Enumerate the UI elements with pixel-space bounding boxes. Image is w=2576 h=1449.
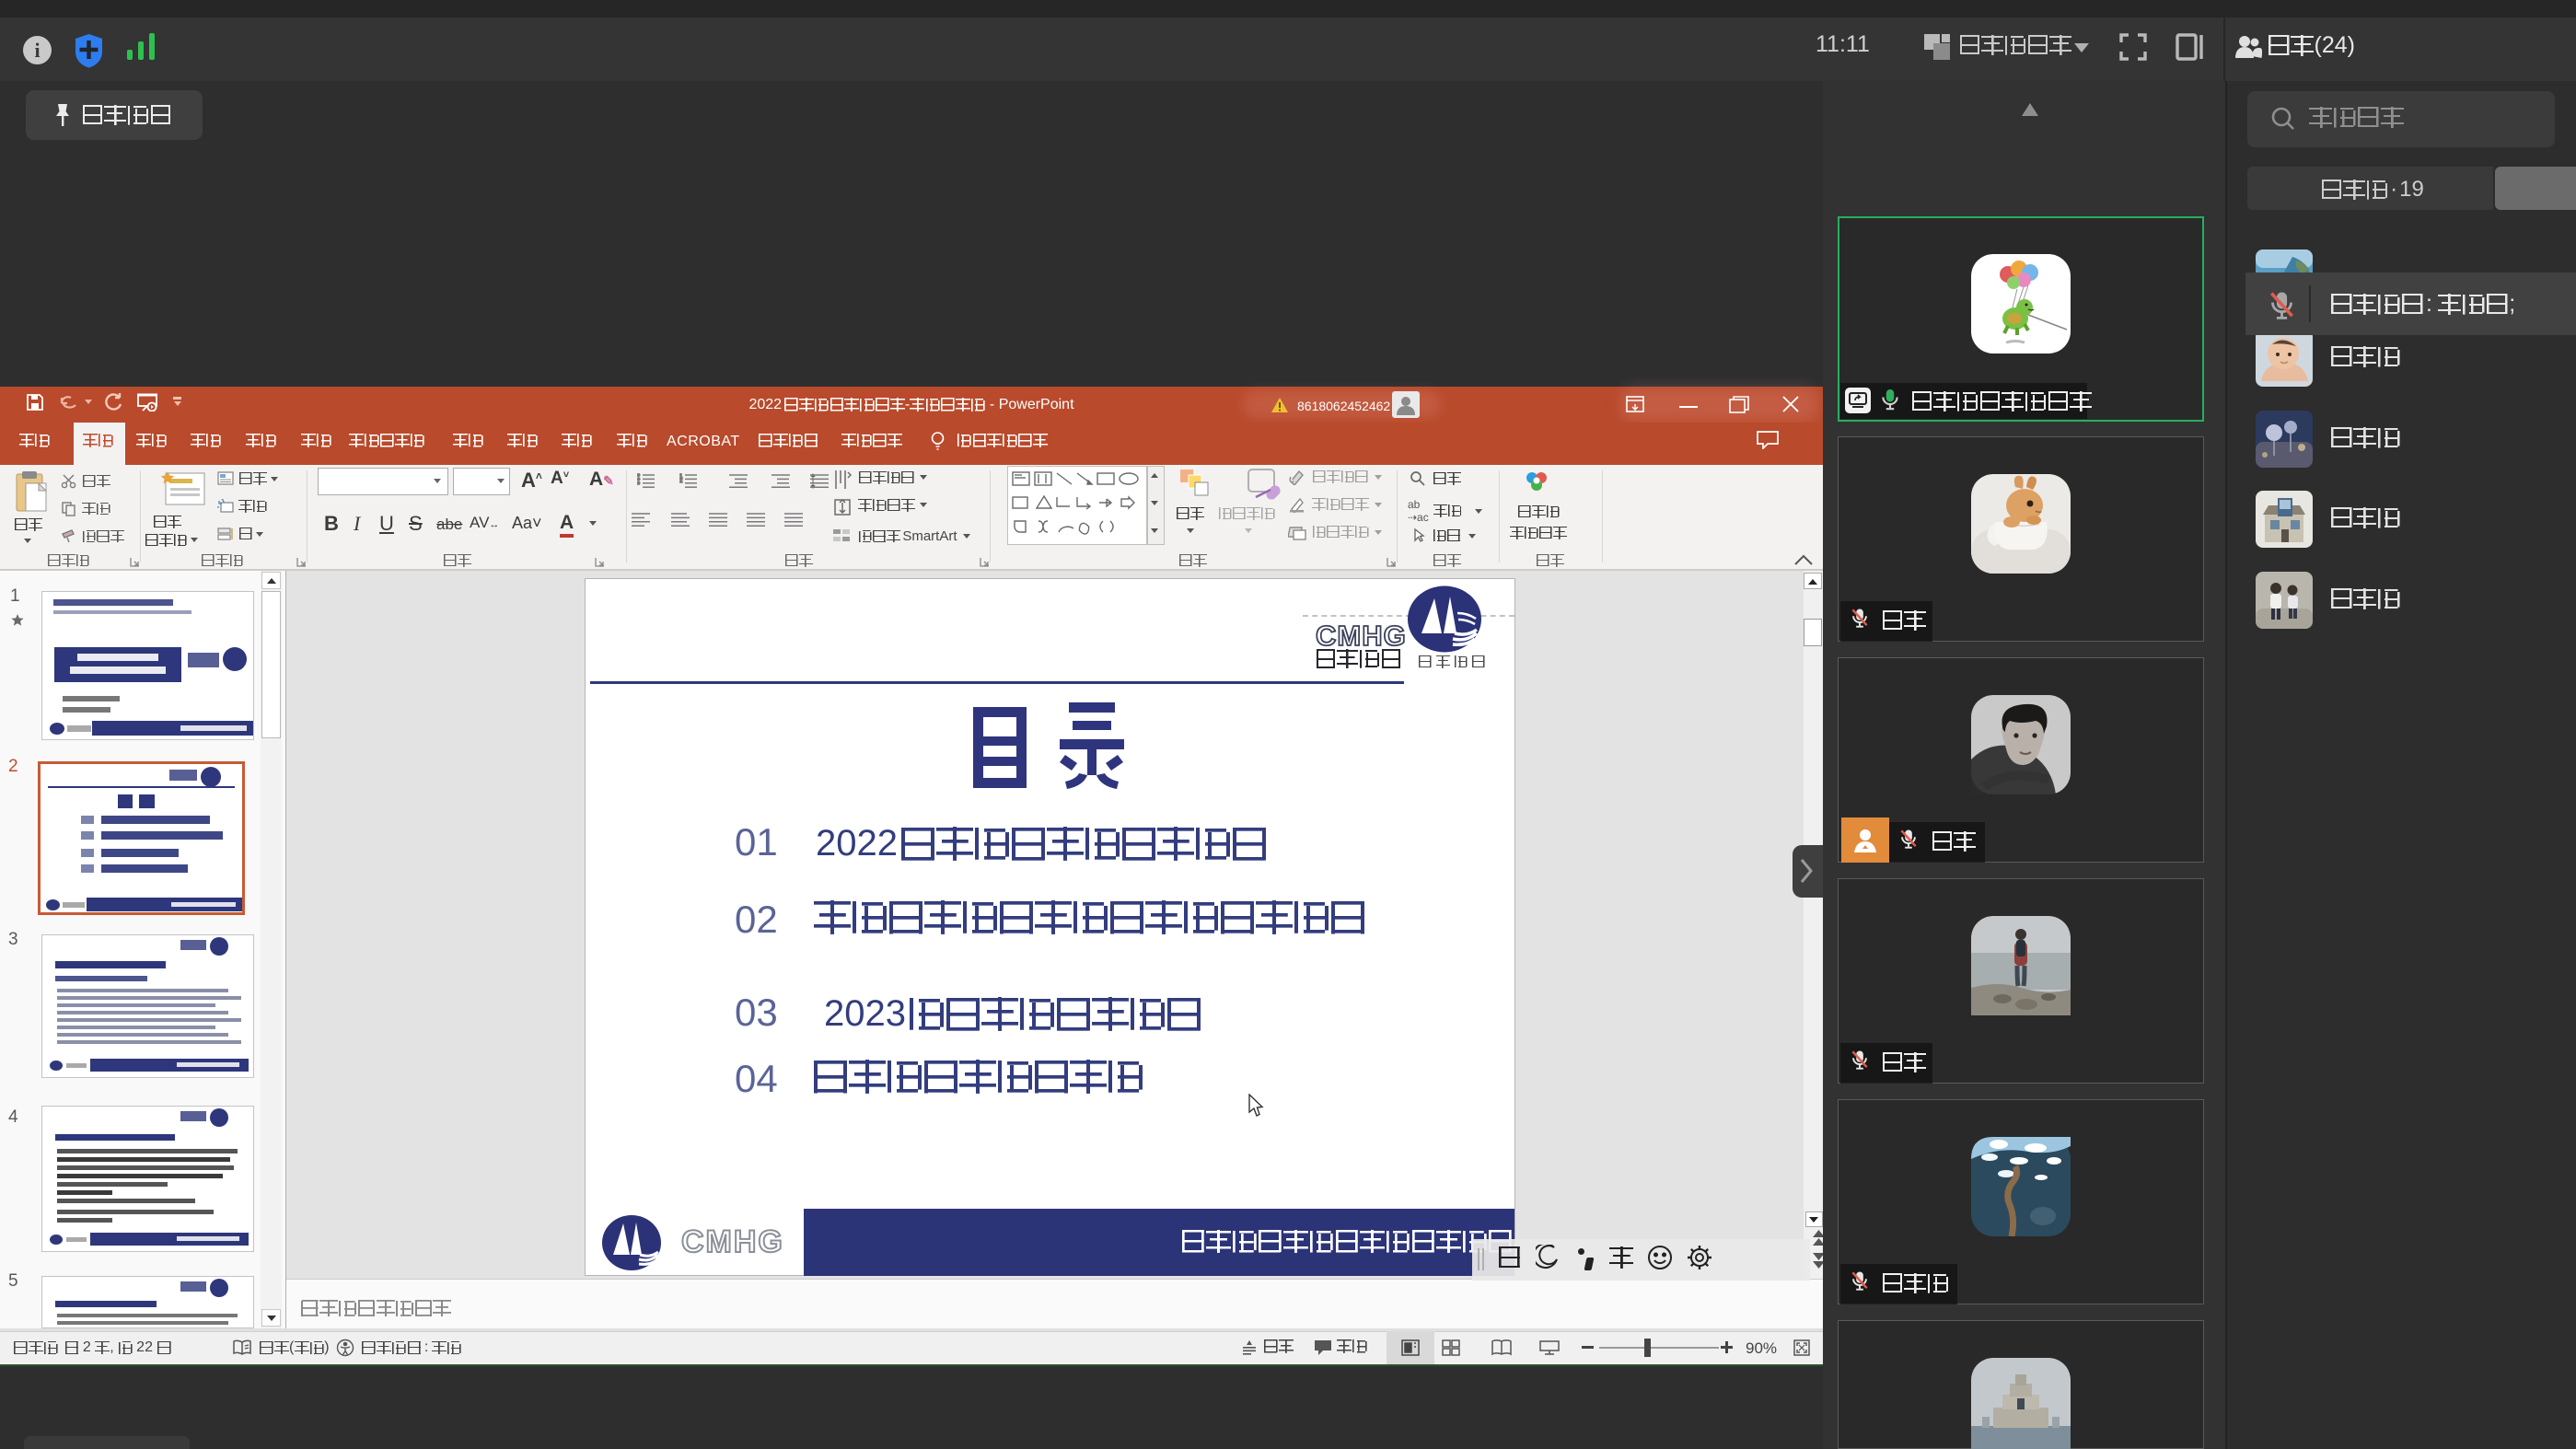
- svg-text:2: 2: [679, 479, 683, 484]
